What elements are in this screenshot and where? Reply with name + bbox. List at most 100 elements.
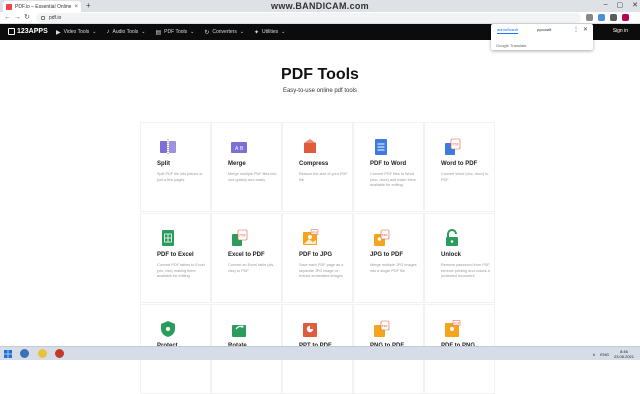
window-controls: – ▢ ✕ xyxy=(604,1,638,9)
chrome-taskbar-icon[interactable] xyxy=(38,349,47,358)
translate-tab-source[interactable]: английский xyxy=(497,27,518,34)
close-window-button[interactable]: ✕ xyxy=(632,1,638,9)
svg-text:PDF: PDF xyxy=(312,230,318,234)
protect-icon xyxy=(161,321,175,337)
audio-icon: ♪ xyxy=(106,29,110,35)
tool-card[interactable]: Compress Reduce the size of your PDF file xyxy=(282,122,353,212)
menu-label: Video Tools xyxy=(63,29,90,35)
tray-expand-icon[interactable]: ∧ xyxy=(592,352,595,357)
tool-description: Convert PDF tables to Excel (xls, xlsx) … xyxy=(157,263,205,278)
address-bar-row: ← → ↻ pdf.io xyxy=(0,12,640,24)
close-icon[interactable]: ✕ xyxy=(583,26,588,33)
taskbar-app-icon[interactable] xyxy=(20,349,29,358)
tool-card[interactable]: PDF PDF to JPG Save each PDF page as a sep… xyxy=(282,213,353,303)
tool-description: Convert an Excel table (xls, xlsx) to PD… xyxy=(228,263,275,273)
tool-description: Save each PDF page as a separate JPG ima… xyxy=(299,263,344,278)
tool-name: Merge xyxy=(228,161,246,167)
browser-tab[interactable]: PDF.io – Essential Online PDF Tools × xyxy=(3,1,81,12)
browser-tab-bar: PDF.io – Essential Online PDF Tools × + … xyxy=(0,0,640,12)
language-indicator[interactable]: ENG xyxy=(600,352,609,357)
tool-description: Reduce the size of your PDF file xyxy=(299,172,348,182)
pdf-icon: ▤ xyxy=(155,29,162,36)
tool-description: Merge multiple JPG images into a single … xyxy=(370,263,417,273)
tool-card[interactable]: PDF Excel to PDF Convert an Excel table (x… xyxy=(211,213,282,303)
profile-icon[interactable] xyxy=(622,14,629,21)
clock[interactable]: 8:46 23.06.2021 xyxy=(614,349,634,359)
translate-popup: английский русский ⋮ ✕ Google Translate xyxy=(491,24,593,50)
menu-utilities[interactable]: ✦ Utilities ⌄ xyxy=(254,29,285,36)
tool-name: Compress xyxy=(299,161,329,167)
compress-icon xyxy=(304,139,316,153)
tool-name: PDF to JPG xyxy=(299,252,333,258)
utilities-icon: ✦ xyxy=(254,29,260,36)
tool-name: Split xyxy=(157,161,170,167)
svg-text:PDF: PDF xyxy=(240,234,246,238)
menu-label: Converters xyxy=(212,29,237,35)
chevron-down-icon: ⌄ xyxy=(92,29,97,35)
tool-description: Merge multiple PDF files into one quickl… xyxy=(228,172,277,182)
logo-icon xyxy=(8,28,15,35)
translate-ext-icon[interactable] xyxy=(586,14,593,21)
clock-date: 23.06.2021 xyxy=(613,354,634,359)
svg-text:PDF: PDF xyxy=(453,143,459,147)
tool-description: Convert Word (doc, docx) to PDF xyxy=(441,172,489,182)
excel-to-pdf-icon: PDF xyxy=(232,229,248,246)
tool-description: Remove password from PDF, remove printin… xyxy=(441,263,491,278)
translate-tab-target[interactable]: русский xyxy=(537,27,551,32)
sign-in-button[interactable]: Sign in xyxy=(613,28,628,34)
extension-icon[interactable] xyxy=(598,14,605,21)
menu-converters[interactable]: ↻ Converters ⌄ xyxy=(204,29,244,36)
more-icon[interactable]: ⋮ xyxy=(573,26,579,33)
menu-video-tools[interactable]: ▶ Video Tools ⌄ xyxy=(56,29,97,36)
maximize-button[interactable]: ▢ xyxy=(617,1,624,9)
split-icon xyxy=(160,139,176,155)
pdf-to-jpg-icon: PDF xyxy=(303,229,319,245)
minimize-button[interactable]: – xyxy=(604,1,608,9)
logo[interactable]: 123APPS xyxy=(8,28,48,35)
forward-button[interactable]: → xyxy=(14,13,21,23)
tool-name: JPG to PDF xyxy=(370,252,404,258)
watermark: www.BANDICAM.com xyxy=(271,1,369,11)
favicon-icon xyxy=(6,3,12,10)
svg-text:PDF: PDF xyxy=(454,321,460,325)
tool-description: Convert PDF files to Word (doc, docx) an… xyxy=(370,172,417,187)
tool-card[interactable]: Split Split PDF file into pieces or just … xyxy=(140,122,211,212)
reload-button[interactable]: ↻ xyxy=(24,13,30,23)
tool-card[interactable]: PDF Word to PDF Convert Word (doc, docx) t… xyxy=(424,122,495,212)
rotate-icon xyxy=(232,325,246,337)
word-to-pdf-icon: PDF xyxy=(445,138,461,155)
bandicam-taskbar-icon[interactable] xyxy=(55,349,64,358)
url-bar[interactable]: pdf.io xyxy=(36,13,581,23)
tab-title: PDF.io – Essential Online PDF Tools xyxy=(15,3,72,10)
tool-card[interactable]: PDF to Excel Convert PDF tables to Excel … xyxy=(140,213,211,303)
jpg-to-pdf-icon: PDF xyxy=(374,229,390,246)
tool-name: Word to PDF xyxy=(441,161,478,167)
ppt-to-pdf-icon xyxy=(303,323,317,337)
video-icon: ▶ xyxy=(56,29,61,36)
back-button[interactable]: ← xyxy=(4,13,11,23)
windows-start-icon[interactable] xyxy=(4,350,12,358)
tab-close-icon[interactable]: × xyxy=(74,4,78,10)
page-subtitle: Easy-to-use online pdf tools xyxy=(282,88,358,94)
tool-name: Unlock xyxy=(441,252,462,258)
tool-card[interactable]: PDF JPG to PDF Merge multiple JPG images i… xyxy=(353,213,424,303)
chevron-down-icon: ⌄ xyxy=(190,29,195,35)
url-text: pdf.io xyxy=(49,15,62,21)
svg-text:PDF: PDF xyxy=(382,324,388,328)
merge-icon: AB xyxy=(231,142,247,153)
extension-icon[interactable] xyxy=(610,14,617,21)
unlock-icon xyxy=(446,229,458,246)
tool-name: Excel to PDF xyxy=(228,252,265,258)
new-tab-button[interactable]: + xyxy=(86,1,91,11)
menu-audio-tools[interactable]: ♪ Audio Tools ⌄ xyxy=(107,29,146,35)
tool-card[interactable]: PDF to Word Convert PDF files to Word (do… xyxy=(353,122,424,212)
tool-card[interactable]: Unlock Remove password from PDF, remove p… xyxy=(424,213,495,303)
menu-pdf-tools[interactable]: ▤ PDF Tools ⌄ xyxy=(155,29,194,36)
page-title: PDF Tools xyxy=(281,66,359,83)
menu-label: Utilities xyxy=(262,29,279,35)
main-menu: ▶ Video Tools ⌄ ♪ Audio Tools ⌄ ▤ PDF To… xyxy=(56,24,285,40)
tool-card[interactable]: A B Merge Merge multiple PDF files into one… xyxy=(211,122,282,212)
word-icon xyxy=(375,139,387,155)
os-taskbar: ∧ ENG 8:46 23.06.2021 xyxy=(0,346,640,360)
converter-icon: ↻ xyxy=(204,29,210,36)
